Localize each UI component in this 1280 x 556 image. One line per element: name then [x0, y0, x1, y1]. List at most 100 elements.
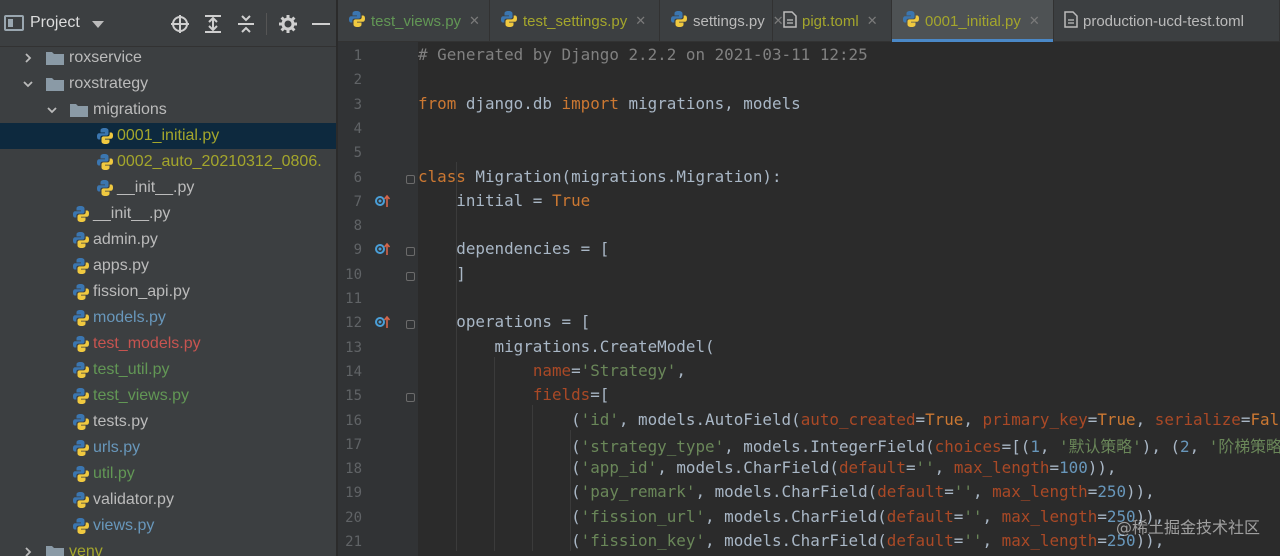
code-token: ( — [418, 409, 581, 429]
tree-file[interactable]: test_views.py — [0, 383, 336, 409]
python-file-icon — [348, 10, 366, 32]
close-icon[interactable]: ✕ — [1029, 13, 1040, 29]
tree-item-label: test_util.py — [93, 361, 170, 378]
code-token: default — [877, 482, 945, 502]
code-token: from — [418, 93, 457, 113]
tree-item-label: tests.py — [93, 413, 149, 430]
chevron-right-icon[interactable] — [22, 546, 34, 556]
code-token: operations = [ — [418, 312, 591, 332]
editor-tab[interactable]: pigt.toml ✕ — [773, 0, 892, 42]
code-token: '' — [963, 531, 983, 550]
tree-folder[interactable]: migrations — [0, 97, 336, 123]
code-line: ('fission_key', models.CharField(default… — [418, 531, 1164, 550]
tree-file[interactable]: validator.py — [0, 487, 336, 513]
line-number: 13 — [345, 339, 362, 356]
tree-file[interactable]: test_util.py — [0, 357, 336, 383]
code-token: '阶梯策略 — [1208, 436, 1280, 456]
tree-file[interactable]: views.py — [0, 513, 336, 539]
toml-file-icon — [783, 10, 797, 32]
fold-marker-icon[interactable] — [406, 271, 415, 281]
code-token: default — [886, 506, 954, 526]
tree-file[interactable]: __init__.py — [0, 201, 336, 227]
fold-marker-icon[interactable] — [406, 247, 415, 257]
fold-marker-icon[interactable] — [406, 320, 415, 330]
editor-tab[interactable]: production-ucd-test.toml — [1054, 0, 1280, 42]
code-token: = — [905, 458, 916, 478]
fold-marker-icon[interactable] — [406, 393, 415, 403]
folder-icon — [70, 103, 88, 117]
python-file-icon — [72, 361, 90, 379]
tree-file[interactable]: fission_api.py — [0, 279, 336, 305]
overrides-method-icon[interactable] — [375, 242, 391, 259]
tree-item-label: migrations — [93, 101, 167, 118]
tree-file[interactable]: util.py — [0, 461, 336, 487]
line-number: 7 — [353, 193, 362, 210]
python-file-icon — [72, 335, 90, 353]
chevron-down-icon[interactable] — [22, 78, 34, 90]
python-file-icon — [72, 257, 90, 275]
code-token: True — [1097, 409, 1136, 429]
close-icon[interactable]: ✕ — [635, 13, 646, 29]
project-title[interactable]: Project — [30, 14, 80, 32]
minimize-icon[interactable] — [304, 13, 336, 35]
tree-file[interactable]: urls.py — [0, 435, 336, 461]
code-token: 2 — [1180, 436, 1190, 456]
code-line: from django.db import migrations, models — [418, 94, 801, 113]
close-icon[interactable]: ✕ — [867, 13, 878, 29]
code-token: 'id' — [580, 409, 619, 429]
tree-file[interactable]: __init__.py — [0, 175, 336, 201]
editor-tab[interactable]: test_settings.py ✕ — [490, 0, 660, 42]
code-area[interactable]: # Generated by Django 2.2.2 on 2021-03-1… — [418, 42, 1280, 556]
code-editor: test_views.py ✕ test_settings.py ✕ settings.… — [338, 0, 1280, 556]
code-line: migrations.CreateModel( — [418, 337, 715, 356]
code-token: )), — [1087, 458, 1117, 478]
tab-label: 0001_initial.py — [925, 12, 1021, 30]
editor-tab[interactable]: 0001_initial.py ✕ — [892, 0, 1054, 42]
chevron-right-icon[interactable] — [22, 52, 34, 64]
collapse-all-icon[interactable] — [229, 13, 262, 35]
editor-tab[interactable]: test_views.py ✕ — [338, 0, 490, 42]
tree-file[interactable]: 0002_auto_20210312_0806. — [0, 149, 336, 175]
code-token: import — [561, 93, 619, 113]
project-toolbar — [163, 13, 336, 35]
python-file-icon — [72, 309, 90, 327]
line-number: 5 — [353, 145, 362, 162]
code-token: , models.CharField( — [705, 506, 887, 526]
tree-file[interactable]: test_models.py — [0, 331, 336, 357]
line-number: 4 — [353, 120, 362, 137]
code-token: True — [925, 409, 964, 429]
python-file-icon — [72, 205, 90, 223]
code-token: ( — [418, 506, 581, 526]
code-token: '' — [953, 482, 973, 502]
python-file-icon — [72, 413, 90, 431]
chevron-down-icon[interactable] — [46, 104, 58, 116]
tree-file[interactable]: models.py — [0, 305, 336, 331]
tree-file[interactable]: 0001_initial.py — [0, 123, 336, 149]
locate-file-icon[interactable] — [163, 13, 196, 35]
overrides-method-icon[interactable] — [375, 315, 391, 332]
editor-tab[interactable]: settings.py ✕ — [660, 0, 784, 42]
code-line: ('strategy_type', models.IntegerField(ch… — [418, 434, 1280, 457]
code-token: = — [953, 506, 964, 526]
tree-file[interactable]: admin.py — [0, 227, 336, 253]
tree-folder[interactable]: venv — [0, 539, 336, 556]
project-sidebar: Project roxservice roxstrategy migrations 0… — [0, 0, 337, 556]
code-token: fields — [532, 385, 591, 405]
overrides-method-icon[interactable] — [375, 194, 391, 211]
expand-all-icon[interactable] — [196, 13, 229, 35]
fold-marker-icon[interactable] — [406, 174, 415, 184]
project-panel-icon — [4, 15, 24, 31]
code-token: , models.AutoField( — [618, 409, 801, 429]
tree-folder[interactable]: roxservice — [0, 45, 336, 71]
tree-item-label: roxservice — [69, 49, 142, 66]
tree-file[interactable]: apps.py — [0, 253, 336, 279]
tab-label: pigt.toml — [802, 12, 859, 30]
gear-icon[interactable] — [271, 13, 304, 35]
tree-folder[interactable]: roxstrategy — [0, 71, 336, 97]
tab-label: settings.py — [693, 12, 765, 30]
tree-file[interactable]: tests.py — [0, 409, 336, 435]
tree-item-label: __init__.py — [117, 179, 195, 196]
chevron-down-icon[interactable] — [91, 20, 104, 28]
close-icon[interactable]: ✕ — [469, 13, 480, 29]
